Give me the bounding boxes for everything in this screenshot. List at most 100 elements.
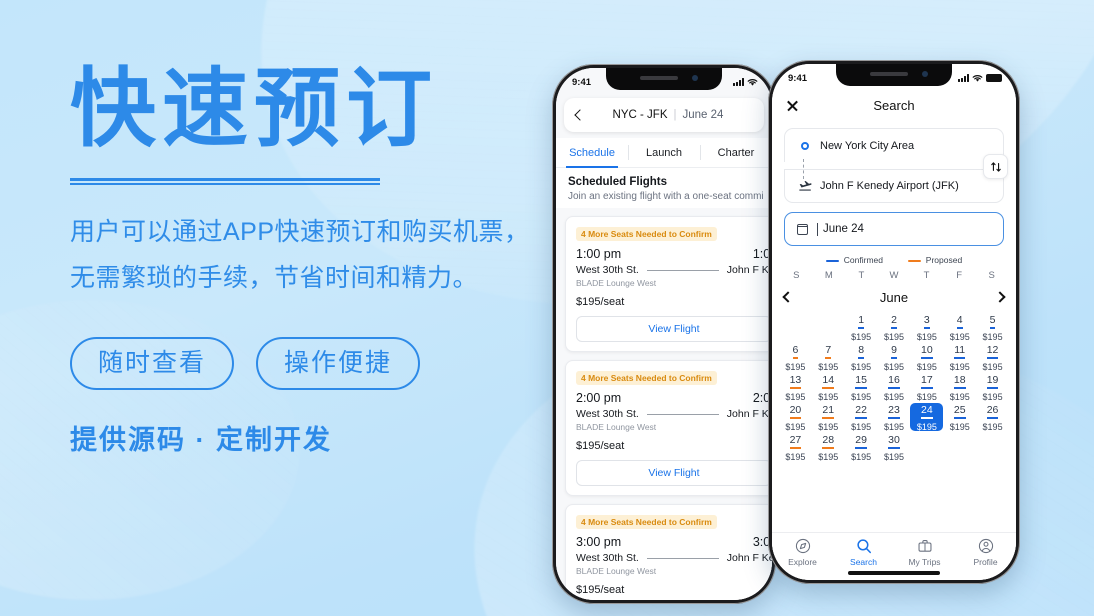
calendar-day-22[interactable]: 22 $195 <box>845 403 878 432</box>
calendar-day-3[interactable]: 3 $195 <box>910 313 943 342</box>
weekday-header: T <box>858 269 865 281</box>
origin-input[interactable]: New York City Area <box>784 128 1004 162</box>
section-subtitle: Join an existing flight with a one-seat … <box>568 191 764 202</box>
calendar-day-19[interactable]: 19 $195 <box>976 373 1009 402</box>
calendar-day-number: 14 <box>822 374 835 389</box>
calendar-day-1[interactable]: 1 $195 <box>845 313 878 342</box>
home-indicator <box>848 571 940 575</box>
legend-label-confirmed: Confirmed <box>843 255 884 265</box>
calendar-day-14[interactable]: 14 $195 <box>812 373 845 402</box>
calendar-day-5[interactable]: 5 $195 <box>976 313 1009 342</box>
calendar-day-price: $195 <box>883 451 904 462</box>
calendar-day-price: $195 <box>883 391 904 402</box>
arrive-place: John F Kenned <box>726 264 772 276</box>
calendar-day-number: 4 <box>956 314 963 329</box>
calendar-day-7[interactable]: 7 $195 <box>812 343 845 372</box>
flight-card[interactable]: 4 More Seats Needed to Confirm 2:00 pm 2… <box>565 360 772 496</box>
search-screen: Search New York City Area John F Kenedy … <box>772 64 1016 580</box>
calendar-day-price: $195 <box>949 391 970 402</box>
calendar-day-9[interactable]: 9 $195 <box>878 343 911 372</box>
calendar-day-15[interactable]: 15 $195 <box>845 373 878 402</box>
cellular-bars-icon <box>958 74 969 82</box>
calendar-day-price: $195 <box>949 421 970 432</box>
calendar-day-24[interactable]: 24 $195 <box>910 402 944 432</box>
chevron-right-icon[interactable] <box>994 291 1006 303</box>
calendar-day-price: $195 <box>851 421 872 432</box>
calendar-icon <box>796 223 809 235</box>
tabbar-label-profile: Profile <box>973 557 998 567</box>
phone-notch <box>606 68 722 90</box>
calendar-day-26[interactable]: 26 $195 <box>976 403 1009 432</box>
battery-icon <box>986 74 1002 82</box>
calendar-day-price: $195 <box>949 331 970 342</box>
wifi-icon <box>747 78 758 86</box>
flight-price: $195/seat <box>576 296 625 308</box>
calendar-day-price: $195 <box>883 331 904 342</box>
flight-card[interactable]: 4 More Seats Needed to Confirm 1:00 pm 1… <box>565 216 772 352</box>
status-badge: 4 More Seats Needed to Confirm <box>576 371 717 385</box>
tabbar-item-search[interactable]: Search <box>833 533 894 572</box>
weekday-header: M <box>824 269 833 281</box>
title-divider <box>70 177 380 185</box>
tabbar-item-explore[interactable]: Explore <box>772 533 833 572</box>
calendar-day-29[interactable]: 29 $195 <box>845 433 878 462</box>
destination-input[interactable]: John F Kenedy Airport (JFK) <box>784 169 1004 203</box>
calendar-day-20[interactable]: 20 $195 <box>779 403 812 432</box>
calendar-day-number: 8 <box>858 344 865 359</box>
depart-time: 2:00 pm <box>576 391 622 405</box>
calendar-day-price: $195 <box>883 421 904 432</box>
route-inputs: New York City Area John F Kenedy Airport… <box>784 128 1008 203</box>
calendar-day-12[interactable]: 12 $195 <box>976 343 1009 372</box>
calendar-day-17[interactable]: 17 $195 <box>910 373 943 402</box>
calendar-day-10[interactable]: 10 $195 <box>910 343 943 372</box>
calendar-day-number: 17 <box>921 374 933 389</box>
calendar-day-4[interactable]: 4 $195 <box>943 313 976 342</box>
phone-notch <box>836 64 952 86</box>
view-flight-button[interactable]: View Flight <box>576 316 772 342</box>
legend-swatch-confirmed <box>825 260 839 262</box>
calendar-day-price: $195 <box>818 451 839 462</box>
calendar-day-number: 1 <box>858 314 865 329</box>
calendar-day-8[interactable]: 8 $195 <box>845 343 878 372</box>
calendar-day-18[interactable]: 18 $195 <box>943 373 976 402</box>
destination-value: John F Kenedy Airport (JFK) <box>820 180 959 192</box>
tab-schedule[interactable]: Schedule <box>556 138 628 168</box>
date-input[interactable]: June 24 <box>784 212 1004 246</box>
calendar-day-number: 5 <box>989 314 996 329</box>
calendar-day-number: 10 <box>921 344 933 359</box>
feature-pill-easy-operate[interactable]: 操作便捷 <box>256 337 421 391</box>
calendar-day-6[interactable]: 6 $195 <box>779 343 812 372</box>
calendar-day-16[interactable]: 16 $195 <box>878 373 911 402</box>
swap-vertical-icon[interactable] <box>983 154 1008 179</box>
month-selector: June <box>782 290 1006 305</box>
status-badge: 4 More Seats Needed to Confirm <box>576 227 717 241</box>
tab-charter[interactable]: Charter <box>700 138 772 167</box>
text-caret <box>817 222 818 236</box>
calendar-day-21[interactable]: 21 $195 <box>812 403 845 432</box>
feature-pill-anytime[interactable]: 随时查看 <box>70 337 235 391</box>
calendar-day-number: 7 <box>825 344 832 359</box>
calendar-day-11[interactable]: 11 $195 <box>943 343 976 372</box>
calendar-day-28[interactable]: 28 $195 <box>812 433 845 462</box>
flight-card[interactable]: 4 More Seats Needed to Confirm 3:00 pm 3… <box>565 504 772 600</box>
calendar-day-number: 15 <box>855 374 867 389</box>
calendar-day-27[interactable]: 27 $195 <box>779 433 812 462</box>
calendar-day-25[interactable]: 25 $195 <box>943 403 976 432</box>
section-title: Scheduled Flights <box>568 176 668 188</box>
calendar-day-30[interactable]: 30 $195 <box>878 433 911 462</box>
tabbar-item-my-trips[interactable]: My Trips <box>894 533 955 572</box>
calendar-day-2[interactable]: 2 $195 <box>878 313 911 342</box>
weekday-header-row: SMTWTFS <box>780 270 1008 281</box>
plane-landing-icon <box>797 180 813 192</box>
view-flight-button[interactable]: View Flight <box>576 460 772 486</box>
calendar-day-13[interactable]: 13 $195 <box>779 373 812 402</box>
tab-launch[interactable]: Launch <box>628 138 700 167</box>
calendar-day-number: 19 <box>986 374 999 389</box>
search-icon <box>856 538 872 554</box>
calendar-day-price: $195 <box>818 391 839 402</box>
calendar-day-price: $195 <box>818 361 839 372</box>
calendar-day-price: $195 <box>916 331 937 342</box>
tabbar-item-profile[interactable]: Profile <box>955 533 1016 572</box>
calendar-day-23[interactable]: 23 $195 <box>878 403 911 432</box>
weekday-header: F <box>956 269 963 281</box>
